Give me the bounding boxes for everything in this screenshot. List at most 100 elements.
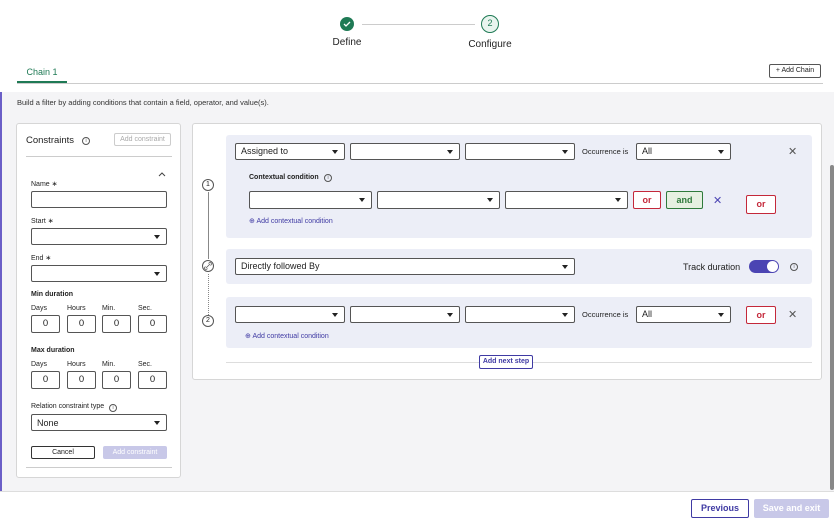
step-1-occurrence-select[interactable]: All	[636, 143, 731, 160]
chevron-down-icon	[447, 149, 453, 154]
step-1-occurrence-label: Occurrence is	[582, 147, 629, 156]
min-hours-label: Hours	[67, 305, 86, 312]
contextual-condition-title: Contextual condition	[249, 174, 319, 181]
close-icon[interactable]: ✕	[713, 194, 722, 207]
step-connector-dotted	[208, 274, 209, 315]
divider	[26, 156, 172, 157]
step-2-or-button[interactable]: or	[746, 306, 776, 324]
step-1-operator-select[interactable]	[350, 143, 460, 160]
divider	[26, 467, 172, 468]
contextual-and-button[interactable]: and	[666, 191, 703, 209]
step-2-value-select[interactable]	[465, 306, 575, 323]
name-label: Name ∗	[31, 181, 58, 188]
step-2-field-select[interactable]	[235, 306, 345, 323]
add-constraint-button[interactable]: Add constraint	[103, 446, 167, 459]
plus-circle-icon: ⊕	[249, 218, 255, 225]
step-1-field-value: Assigned to	[241, 146, 289, 156]
min-seconds-label: Sec.	[138, 305, 153, 312]
chevron-down-icon	[154, 420, 160, 425]
contextual-or-button[interactable]: or	[633, 191, 661, 209]
min-seconds-input[interactable]: 0	[138, 315, 167, 333]
chevron-down-icon	[447, 312, 453, 317]
min-duration-title: Min duration	[31, 291, 73, 298]
constraints-panel: Constraints i Add constraint Name ∗ Star…	[16, 123, 181, 478]
min-hours-input[interactable]: 0	[67, 315, 96, 333]
min-minutes-input[interactable]: 0	[102, 315, 131, 333]
previous-button[interactable]: Previous	[691, 499, 749, 518]
top-bar	[0, 0, 834, 92]
chevron-down-icon	[562, 264, 568, 269]
step-1-or-button[interactable]: or	[746, 195, 776, 214]
relation-constraint-value: None	[37, 418, 59, 428]
link-icon	[202, 260, 214, 272]
min-days-label: Days	[31, 305, 47, 312]
relation-type-value: Directly followed By	[241, 261, 320, 271]
contextual-field-select[interactable]	[249, 191, 372, 209]
chevron-up-icon[interactable]	[158, 164, 166, 182]
add-contextual-condition-link[interactable]: ⊕ Add contextual condition	[245, 332, 329, 340]
step-define[interactable]: Define	[322, 17, 372, 48]
add-contextual-condition-link[interactable]: ⊕ Add contextual condition	[249, 217, 333, 225]
check-icon	[340, 17, 354, 31]
close-icon[interactable]: ✕	[788, 145, 797, 158]
chevron-down-icon	[487, 198, 493, 202]
cancel-button[interactable]: Cancel	[31, 446, 95, 459]
plus-circle-icon: ⊕	[245, 333, 251, 340]
contextual-operator-select[interactable]	[377, 191, 500, 209]
max-duration-title: Max duration	[31, 347, 75, 354]
step-1-field-select[interactable]: Assigned to	[235, 143, 345, 160]
tab-chain-1[interactable]: Chain 1	[17, 67, 67, 83]
add-chain-button[interactable]: + Add Chain	[769, 64, 821, 78]
info-icon[interactable]: i	[790, 263, 798, 271]
min-minutes-label: Min.	[102, 305, 116, 312]
step-configure[interactable]: 2 Configure	[462, 15, 518, 50]
close-icon[interactable]: ✕	[788, 308, 797, 321]
max-minutes-input[interactable]: 0	[102, 371, 131, 389]
max-days-input[interactable]: 0	[31, 371, 60, 389]
step-label: Configure	[468, 39, 512, 50]
info-icon[interactable]: i	[324, 174, 332, 182]
chevron-down-icon	[718, 149, 724, 154]
tab-divider	[17, 83, 823, 84]
max-days-label: Days	[31, 361, 47, 368]
name-input[interactable]	[31, 191, 167, 208]
constraints-title: Constraints	[26, 135, 75, 146]
chevron-down-icon	[615, 198, 621, 202]
chevron-down-icon	[154, 271, 160, 276]
step-1-occurrence-value: All	[642, 146, 653, 156]
max-minutes-label: Min.	[102, 361, 116, 368]
relation-constraint-select[interactable]: None	[31, 414, 167, 431]
step-label: Define	[332, 37, 362, 48]
info-icon[interactable]: i	[109, 404, 117, 412]
start-label: Start ∗	[31, 218, 54, 225]
step-2-number: 2	[202, 315, 214, 327]
max-seconds-input[interactable]: 0	[138, 371, 167, 389]
step-connector-line	[208, 192, 209, 259]
end-label: End ∗	[31, 255, 52, 262]
step-2-occurrence-select[interactable]: All	[636, 306, 731, 323]
step-2-occurrence-value: All	[642, 309, 653, 319]
max-hours-label: Hours	[67, 361, 86, 368]
end-select[interactable]	[31, 265, 167, 282]
chevron-down-icon	[562, 312, 568, 317]
chevron-down-icon	[332, 149, 338, 154]
max-hours-input[interactable]: 0	[67, 371, 96, 389]
contextual-value-select[interactable]	[505, 191, 628, 209]
info-icon[interactable]: i	[82, 137, 90, 145]
save-and-exit-button[interactable]: Save and exit	[754, 499, 829, 518]
track-duration-toggle[interactable]	[749, 260, 779, 273]
toggle-knob	[767, 261, 778, 272]
relation-constraint-label: Relation constraint type	[31, 403, 105, 410]
add-constraint-header-button[interactable]: Add constraint	[114, 133, 171, 146]
relation-type-select[interactable]: Directly followed By	[235, 258, 575, 275]
stepper-line	[362, 24, 475, 25]
step-1-value-select[interactable]	[465, 143, 575, 160]
start-select[interactable]	[31, 228, 167, 245]
min-days-input[interactable]: 0	[31, 315, 60, 333]
step-2-occurrence-label: Occurrence is	[582, 310, 629, 319]
chevron-down-icon	[154, 234, 160, 239]
add-next-step-button[interactable]: Add next step	[479, 355, 533, 369]
filter-hint: Build a filter by adding conditions that…	[17, 98, 269, 107]
step-2-operator-select[interactable]	[350, 306, 460, 323]
scrollbar[interactable]	[830, 165, 834, 490]
